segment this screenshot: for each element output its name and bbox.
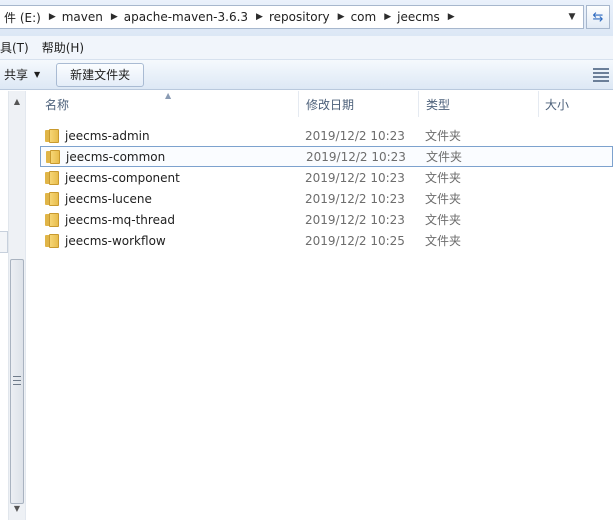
breadcrumb-arrow-icon[interactable]: ▶: [446, 12, 457, 22]
file-type: 文件夹: [425, 129, 462, 143]
command-bar: 共享 ▼ 新建文件夹: [0, 60, 613, 90]
breadcrumb-maven[interactable]: maven: [58, 10, 109, 24]
scroll-grip-icon: [13, 376, 21, 385]
file-type: 文件夹: [425, 213, 462, 227]
file-row[interactable]: jeecms-workflow 2019/12/2 10:25 文件夹: [40, 230, 613, 251]
navigation-item[interactable]: [0, 231, 8, 253]
address-bar-area: 件 (E:) ▶ maven ▶ apache-maven-3.6.3 ▶ re…: [0, 0, 613, 36]
breadcrumb-arrow-icon[interactable]: ▶: [47, 12, 58, 22]
column-header-modified-label: 修改日期: [306, 97, 355, 112]
file-name: jeecms-mq-thread: [65, 212, 175, 227]
file-modified: 2019/12/2 10:23: [305, 170, 405, 185]
column-header-type-label: 类型: [426, 97, 451, 112]
refresh-icon[interactable]: ⇆: [586, 5, 610, 29]
column-header-row: 名称 ▲ 修改日期 类型 大小: [27, 91, 613, 117]
file-name: jeecms-component: [65, 170, 180, 185]
menu-tools[interactable]: 具(T): [0, 39, 36, 56]
new-folder-label: 新建文件夹: [70, 68, 131, 82]
column-header-name-label: 名称: [45, 97, 70, 112]
chevron-down-icon[interactable]: ▼: [562, 6, 582, 28]
folder-icon: [45, 170, 62, 185]
breadcrumb-arrow-icon[interactable]: ▶: [336, 12, 347, 22]
file-type: 文件夹: [425, 192, 462, 206]
column-header-name[interactable]: 名称: [27, 91, 299, 117]
menu-help[interactable]: 帮助(H): [42, 39, 91, 56]
file-modified: 2019/12/2 10:25: [305, 233, 405, 248]
sort-ascending-icon: ▲: [165, 91, 172, 100]
address-bar[interactable]: 件 (E:) ▶ maven ▶ apache-maven-3.6.3 ▶ re…: [0, 5, 584, 29]
file-type: 文件夹: [425, 234, 462, 248]
folder-icon: [45, 191, 62, 206]
breadcrumb-arrow-icon[interactable]: ▶: [254, 12, 265, 22]
file-row[interactable]: jeecms-mq-thread 2019/12/2 10:23 文件夹: [40, 209, 613, 230]
menu-bar: 具(T) 帮助(H): [0, 36, 613, 60]
file-name: jeecms-common: [66, 149, 166, 164]
breadcrumb-drive[interactable]: 件 (E:): [0, 9, 47, 26]
column-header-type[interactable]: 类型: [419, 91, 539, 117]
file-type: 文件夹: [425, 171, 462, 185]
file-row[interactable]: jeecms-component 2019/12/2 10:23 文件夹: [40, 167, 613, 188]
file-name: jeecms-lucene: [65, 191, 152, 206]
scroll-down-icon[interactable]: ▼: [9, 500, 25, 516]
folder-icon: [45, 212, 62, 227]
file-row[interactable]: jeecms-admin 2019/12/2 10:23 文件夹: [40, 125, 613, 146]
file-type: 文件夹: [426, 150, 463, 164]
file-modified: 2019/12/2 10:23: [306, 149, 406, 164]
file-row-selected[interactable]: jeecms-common 2019/12/2 10:23 文件夹: [40, 146, 613, 167]
column-header-size[interactable]: 大小: [539, 91, 613, 117]
breadcrumb-com[interactable]: com: [347, 10, 383, 24]
file-name: jeecms-workflow: [65, 233, 166, 248]
file-row[interactable]: jeecms-lucene 2019/12/2 10:23 文件夹: [40, 188, 613, 209]
column-header-modified[interactable]: 修改日期: [299, 91, 419, 117]
folder-icon: [46, 149, 63, 164]
file-modified: 2019/12/2 10:23: [305, 191, 405, 206]
file-name: jeecms-admin: [65, 128, 150, 143]
share-label: 共享: [4, 68, 29, 82]
breadcrumb-arrow-icon[interactable]: ▶: [109, 12, 120, 22]
breadcrumb-apache-maven[interactable]: apache-maven-3.6.3: [120, 10, 254, 24]
file-modified: 2019/12/2 10:23: [305, 128, 405, 143]
navigation-scrollbar[interactable]: ▲ ▼: [8, 91, 25, 520]
breadcrumb-arrow-icon[interactable]: ▶: [382, 12, 393, 22]
scroll-up-icon[interactable]: ▲: [9, 93, 25, 109]
view-options-icon[interactable]: [593, 68, 609, 82]
chevron-down-icon: ▼: [34, 70, 41, 79]
folder-icon: [45, 128, 62, 143]
new-folder-button[interactable]: 新建文件夹: [56, 62, 145, 87]
file-modified: 2019/12/2 10:23: [305, 212, 405, 227]
share-button[interactable]: 共享 ▼: [0, 66, 44, 83]
column-header-size-label: 大小: [545, 97, 570, 112]
breadcrumb-repository[interactable]: repository: [265, 10, 336, 24]
navigation-pane: ▲ ▼: [0, 91, 26, 520]
folder-icon: [45, 233, 62, 248]
breadcrumb-jeecms[interactable]: jeecms: [393, 10, 446, 24]
